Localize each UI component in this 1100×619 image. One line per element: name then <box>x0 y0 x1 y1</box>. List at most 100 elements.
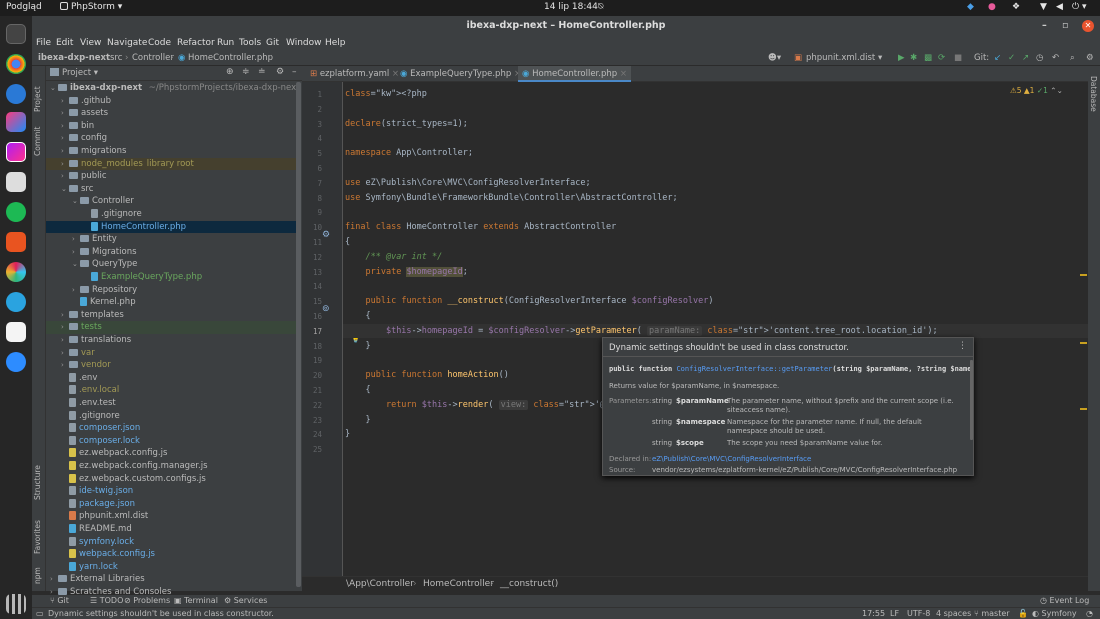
tree-file[interactable]: ez.webpack.config.manager.js <box>46 460 298 473</box>
status-message[interactable]: Dynamic settings shouldn't be used in cl… <box>48 609 274 618</box>
tree-file[interactable]: webpack.config.js <box>46 548 298 561</box>
event-log-button[interactable]: ◷ Event Log <box>1040 596 1089 605</box>
status-icon[interactable]: ▭ <box>36 609 44 618</box>
thunderbird-icon[interactable] <box>6 84 26 104</box>
memory-icon[interactable]: ◔ <box>1086 609 1093 618</box>
app-grid-icon[interactable] <box>6 594 26 614</box>
telegram-icon[interactable] <box>6 292 26 312</box>
app-menu[interactable]: PhpStorm ▾ <box>60 2 122 12</box>
phpstorm-dock-icon[interactable] <box>6 142 26 162</box>
tree-folder[interactable]: › bin <box>46 120 298 133</box>
software-icon[interactable] <box>6 232 26 252</box>
debug-icon[interactable]: ✱ <box>910 53 917 63</box>
clock[interactable]: 14 lip 18:44 <box>544 2 598 12</box>
tree-file[interactable]: .gitignore <box>46 410 298 423</box>
volume-icon[interactable]: ◀ <box>1056 2 1063 12</box>
tree-folder[interactable]: › tests <box>46 321 298 334</box>
project-scrollbar[interactable] <box>296 82 301 587</box>
menu-refactor[interactable]: Refactor <box>177 38 215 48</box>
zoom-icon[interactable] <box>6 352 26 372</box>
crumb-method[interactable]: __construct() <box>500 579 558 589</box>
run-icon[interactable]: ▶ <box>898 53 905 63</box>
tree-folder[interactable]: › Repository <box>46 284 298 297</box>
warning-marker[interactable] <box>1080 408 1087 410</box>
menu-window[interactable]: Window <box>286 38 322 48</box>
tree-file[interactable]: .env <box>46 372 298 385</box>
power-icon[interactable]: ⏻ ▾ <box>1072 2 1087 12</box>
git-update-icon[interactable]: ↙ <box>994 53 1001 63</box>
tree-folder[interactable]: › assets <box>46 107 298 120</box>
coverage-icon[interactable]: ▩ <box>924 53 932 63</box>
nav-crumb-controller[interactable]: Controller <box>132 53 174 63</box>
tree-folder[interactable]: › translations <box>46 334 298 347</box>
tree-file[interactable]: ide-twig.json <box>46 485 298 498</box>
code-line[interactable]: } <box>345 341 370 351</box>
tree-folder[interactable]: › public <box>46 170 298 183</box>
tree-file[interactable]: composer.lock <box>46 435 298 448</box>
chevron-down-icon[interactable]: ⌄ <box>1057 86 1063 95</box>
tree-folder[interactable]: › Entity <box>46 233 298 246</box>
crumb-namespace[interactable]: \App\Controller <box>346 579 414 589</box>
activities-label[interactable]: Podgląd <box>6 2 42 12</box>
popup-scrollbar[interactable] <box>970 360 973 440</box>
code-line[interactable]: declare(strict_types=1); <box>345 119 468 129</box>
tab-home-controller[interactable]: ◉ HomeController.php × <box>518 66 631 82</box>
signature-link[interactable]: ConfigResolverInterface::getParameter <box>676 365 832 373</box>
menu-navigate[interactable]: Navigate <box>107 38 147 48</box>
quick-doc-popup[interactable]: Dynamic settings shouldn't be used in cl… <box>602 337 974 476</box>
menu-edit[interactable]: Edit <box>56 38 73 48</box>
branch-widget[interactable]: ⑂ master <box>974 609 1010 618</box>
tree-file[interactable]: package.json <box>46 498 298 511</box>
tree-folder[interactable]: › migrations <box>46 145 298 158</box>
git-commit-icon[interactable]: ✓ <box>1008 53 1015 63</box>
line-separator[interactable]: LF <box>890 609 899 618</box>
code-line[interactable]: $this->homepageId = $configResolver->get… <box>345 325 938 336</box>
code-line[interactable]: class="kw"><?php <box>345 89 427 99</box>
intellij-icon[interactable] <box>6 112 26 132</box>
tree-file[interactable]: composer.json <box>46 422 298 435</box>
nav-crumb-project[interactable]: ibexa-dxp-next <box>38 53 110 63</box>
warning-marker[interactable] <box>1080 274 1087 276</box>
menu-view[interactable]: View <box>80 38 101 48</box>
code-line[interactable]: public function homeAction() <box>345 370 508 380</box>
code-line[interactable]: { <box>345 237 350 247</box>
inspection-widget[interactable]: ⚠5 ▲1 ✓1 ⌃⌄ <box>1010 86 1063 95</box>
close-icon[interactable]: ✕ <box>1082 20 1094 32</box>
collapse-all-icon[interactable]: ≐ <box>258 67 266 77</box>
database-tool-tab[interactable]: Database <box>1089 76 1098 116</box>
code-line[interactable]: /** @var int */ <box>345 252 442 262</box>
more-menu-icon[interactable]: ⋮ <box>958 341 967 351</box>
code-line[interactable]: public function __construct(ConfigResolv… <box>345 296 713 306</box>
terminal-tool-button[interactable]: ▣ Terminal <box>174 596 218 605</box>
tree-file[interactable]: Kernel.php <box>46 296 298 309</box>
expand-all-icon[interactable]: ≑ <box>242 67 250 77</box>
code-line[interactable]: use eZ\Publish\Core\MVC\ConfigResolverIn… <box>345 178 591 188</box>
dnd-icon[interactable]: ⍉ <box>598 2 603 12</box>
code-line[interactable]: use Symfony\Bundle\FrameworkBundle\Contr… <box>345 193 678 203</box>
profile-icon[interactable]: ⟳ <box>938 53 945 63</box>
tree-folder[interactable]: › .github <box>46 95 298 108</box>
tree-folder[interactable]: ⌄ Controller <box>46 195 298 208</box>
minimize-icon[interactable]: – <box>1042 16 1047 36</box>
menu-file[interactable]: File <box>36 38 51 48</box>
user-icon[interactable]: ☻▾ <box>768 53 781 63</box>
tree-folder[interactable]: ⌄ QueryType <box>46 258 298 271</box>
indent-setting[interactable]: 4 spaces <box>936 609 971 618</box>
services-tool-button[interactable]: ⚙ Services <box>224 596 267 605</box>
menu-run[interactable]: Run <box>217 38 234 48</box>
tree-file[interactable]: phpunit.xml.dist <box>46 510 298 523</box>
menu-git[interactable]: Git <box>266 38 279 48</box>
tree-file[interactable]: .env.local <box>46 384 298 397</box>
favorites-tool-tab[interactable]: Favorites <box>33 510 42 554</box>
problems-tool-button[interactable]: ⊘ Problems <box>124 596 170 605</box>
structure-tool-tab[interactable]: Structure <box>33 456 42 500</box>
search-icon[interactable]: ⌕ <box>1070 53 1075 63</box>
tab-example-query-type[interactable]: ◉ ExampleQueryType.php × <box>396 66 525 82</box>
tree-file[interactable]: symfony.lock <box>46 536 298 549</box>
tree-folder[interactable]: › config <box>46 132 298 145</box>
spotify-icon[interactable] <box>6 202 26 222</box>
commit-tool-tab[interactable]: Commit <box>33 116 42 156</box>
project-tool-tab[interactable]: Project <box>33 72 42 112</box>
git-history-icon[interactable]: ◷ <box>1036 53 1043 63</box>
wifi-icon[interactable]: ▼ <box>1040 2 1047 12</box>
